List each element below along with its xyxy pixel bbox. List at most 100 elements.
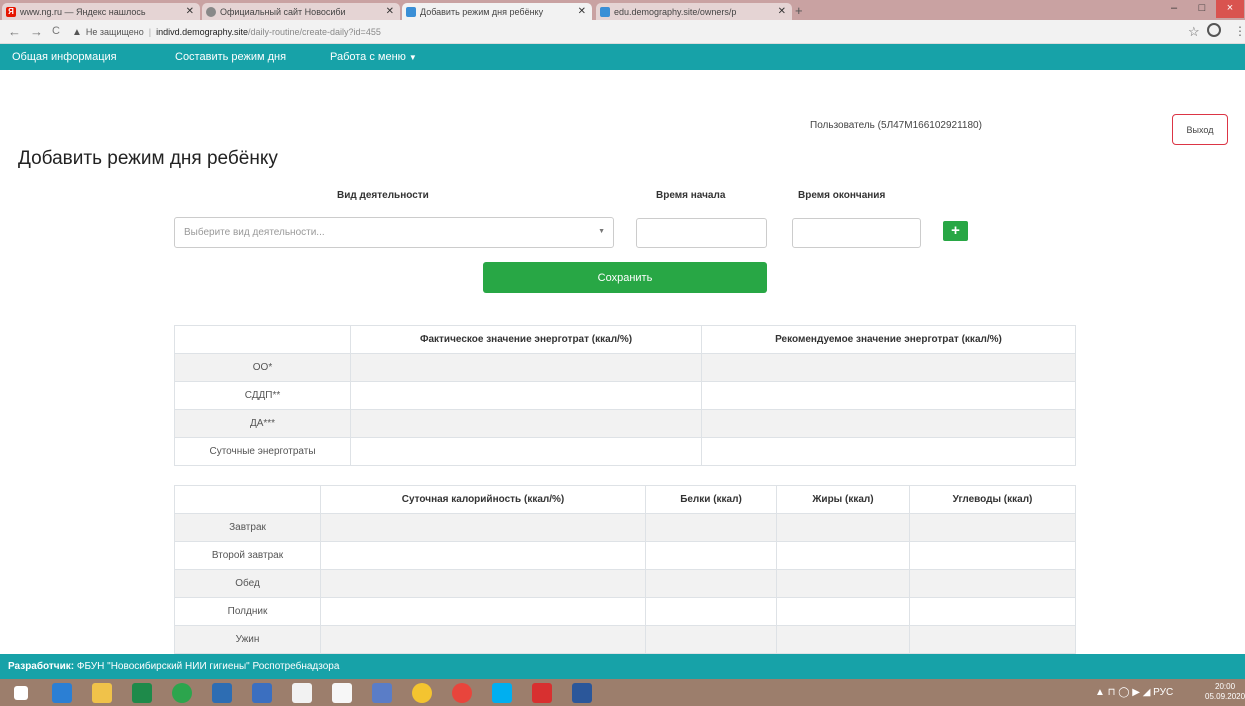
star-icon[interactable]: ☆ xyxy=(1188,24,1200,40)
site-navbar: Общая информация Составить режим дня Раб… xyxy=(0,44,1245,70)
tab-title: edu.demography.site/owners/p xyxy=(614,6,737,17)
site-icon xyxy=(600,6,610,17)
maximize-button[interactable]: □ xyxy=(1188,0,1216,18)
end-time-input[interactable] xyxy=(792,218,921,248)
avast-icon[interactable] xyxy=(412,683,432,703)
globe-icon xyxy=(206,6,216,17)
table-cell xyxy=(350,381,702,410)
monitor-icon[interactable] xyxy=(252,683,272,703)
table-cell xyxy=(350,353,702,382)
table-header-cell xyxy=(174,325,351,354)
table-row: ОО* xyxy=(174,353,1076,382)
table-header-row: Фактическое значение энерготрат (ккал/%)… xyxy=(174,325,1076,354)
acrobat-icon[interactable] xyxy=(532,683,552,703)
table-cell xyxy=(320,513,646,542)
nav-item-compose-routine[interactable]: Составить режим дня xyxy=(175,51,286,63)
nav-item-label: Работа с меню xyxy=(330,51,406,63)
footer-label: Разработчик: xyxy=(8,661,75,672)
footer-text: ФБУН "Новосибирский НИИ гигиены" Роспотр… xyxy=(74,661,340,672)
forward-icon[interactable]: → xyxy=(30,24,43,39)
url-path: /daily-routine/create-daily?id=455 xyxy=(248,27,381,37)
chrome-icon[interactable] xyxy=(452,683,472,703)
table-row: Завтрак xyxy=(174,513,1076,542)
kebab-menu-icon[interactable]: ⋮ xyxy=(1234,24,1245,38)
file-explorer-icon[interactable] xyxy=(92,683,112,703)
table-row-label: ОО* xyxy=(174,353,351,382)
table-row: Второй завтрак xyxy=(174,541,1076,570)
updater-icon[interactable] xyxy=(172,683,192,703)
table-row-label: Полдник xyxy=(174,597,321,626)
table-header-cell xyxy=(174,485,321,514)
meal-table: Суточная калорийность (ккал/%) Белки (кк… xyxy=(174,485,1076,654)
start-time-label: Время начала xyxy=(656,190,726,201)
page-title: Добавить режим дня ребёнку xyxy=(18,148,278,169)
profile-icon[interactable] xyxy=(1207,23,1221,37)
table-header-cell: Рекомендуемое значение энерготрат (ккал/… xyxy=(701,325,1076,354)
activity-select-placeholder: Выберите вид деятельности... xyxy=(184,227,325,238)
windows-start-icon[interactable] xyxy=(14,686,28,700)
clock[interactable]: 20:00 05.09.2020 xyxy=(1205,682,1245,702)
table-row: Суточные энерготраты xyxy=(174,437,1076,466)
system-tray[interactable]: ▲ ⊓ ◯ ▶ ◢ РУС xyxy=(1095,687,1173,698)
clock-time: 20:00 xyxy=(1215,682,1236,691)
browser-tab[interactable]: Я www.ng.ru — Яндекс нашлось ✕ xyxy=(2,3,200,20)
browser-tab[interactable]: edu.demography.site/owners/p ✕ xyxy=(596,3,792,20)
add-activity-button[interactable]: + xyxy=(943,221,968,241)
table-cell xyxy=(909,625,1076,654)
table-cell xyxy=(776,597,910,626)
close-icon[interactable]: ✕ xyxy=(186,6,194,17)
user-label: Пользователь (5Л47М166102921180) xyxy=(810,120,982,131)
end-time-label: Время окончания xyxy=(798,190,886,201)
table-cell xyxy=(776,625,910,654)
home-icon[interactable] xyxy=(332,683,352,703)
nav-item-general-info[interactable]: Общая информация xyxy=(12,51,117,63)
browser-tab-strip: Я www.ng.ru — Яндекс нашлось ✕ Официальн… xyxy=(0,0,1245,20)
start-time-input[interactable] xyxy=(636,218,767,248)
tab-title: www.ng.ru — Яндекс нашлось xyxy=(20,6,146,17)
url-field[interactable]: ▲ Не защищено | indivd.demography.site /… xyxy=(72,24,381,40)
logout-button[interactable]: Выход xyxy=(1172,114,1228,145)
table-row: Полдник xyxy=(174,597,1076,626)
new-tab-button[interactable]: + xyxy=(795,3,803,18)
table-cell xyxy=(701,409,1076,438)
mail-icon[interactable] xyxy=(372,683,392,703)
table-row-label: СДДП** xyxy=(174,381,351,410)
internet-explorer-icon[interactable] xyxy=(52,683,72,703)
table-row-label: Ужин xyxy=(174,625,321,654)
table-row-label: Обед xyxy=(174,569,321,598)
window-close-button[interactable]: × xyxy=(1216,0,1244,18)
table-row-label: Второй завтрак xyxy=(174,541,321,570)
table-cell xyxy=(320,597,646,626)
activity-label: Вид деятельности xyxy=(337,190,429,201)
nav-item-menu-dropdown[interactable]: Работа с меню ▼ xyxy=(330,51,417,63)
table-cell xyxy=(701,437,1076,466)
table-cell xyxy=(909,597,1076,626)
minimize-button[interactable]: – xyxy=(1160,0,1188,18)
windows-taskbar: ▲ ⊓ ◯ ▶ ◢ РУС 20:00 05.09.2020 xyxy=(0,679,1245,706)
browser-tab[interactable]: Официальный сайт Новосиби ✕ xyxy=(202,3,400,20)
tab-title: Официальный сайт Новосиби xyxy=(220,6,346,17)
table-cell xyxy=(776,569,910,598)
reload-icon[interactable]: C xyxy=(52,25,60,37)
document-icon[interactable] xyxy=(292,683,312,703)
browser-tab-active[interactable]: Добавить режим дня ребёнку ✕ xyxy=(402,3,592,20)
activity-select[interactable]: Выберите вид деятельности... ▼ xyxy=(174,217,614,248)
save-button[interactable]: Сохранить xyxy=(483,262,767,293)
table-cell xyxy=(645,569,777,598)
store-icon[interactable] xyxy=(132,683,152,703)
network-icon[interactable] xyxy=(212,683,232,703)
table-row-label: Завтрак xyxy=(174,513,321,542)
back-icon[interactable]: ← xyxy=(8,24,21,39)
close-icon[interactable]: ✕ xyxy=(578,6,586,17)
table-row-label: ДА*** xyxy=(174,409,351,438)
yandex-icon: Я xyxy=(6,6,16,17)
close-icon[interactable]: ✕ xyxy=(386,6,394,17)
table-header-cell: Фактическое значение энерготрат (ккал/%) xyxy=(350,325,702,354)
table-cell xyxy=(701,353,1076,382)
word-icon[interactable] xyxy=(572,683,592,703)
skype-icon[interactable] xyxy=(492,683,512,703)
table-row: Обед xyxy=(174,569,1076,598)
table-header-row: Суточная калорийность (ккал/%) Белки (кк… xyxy=(174,485,1076,514)
table-cell xyxy=(701,381,1076,410)
close-icon[interactable]: ✕ xyxy=(778,6,786,17)
